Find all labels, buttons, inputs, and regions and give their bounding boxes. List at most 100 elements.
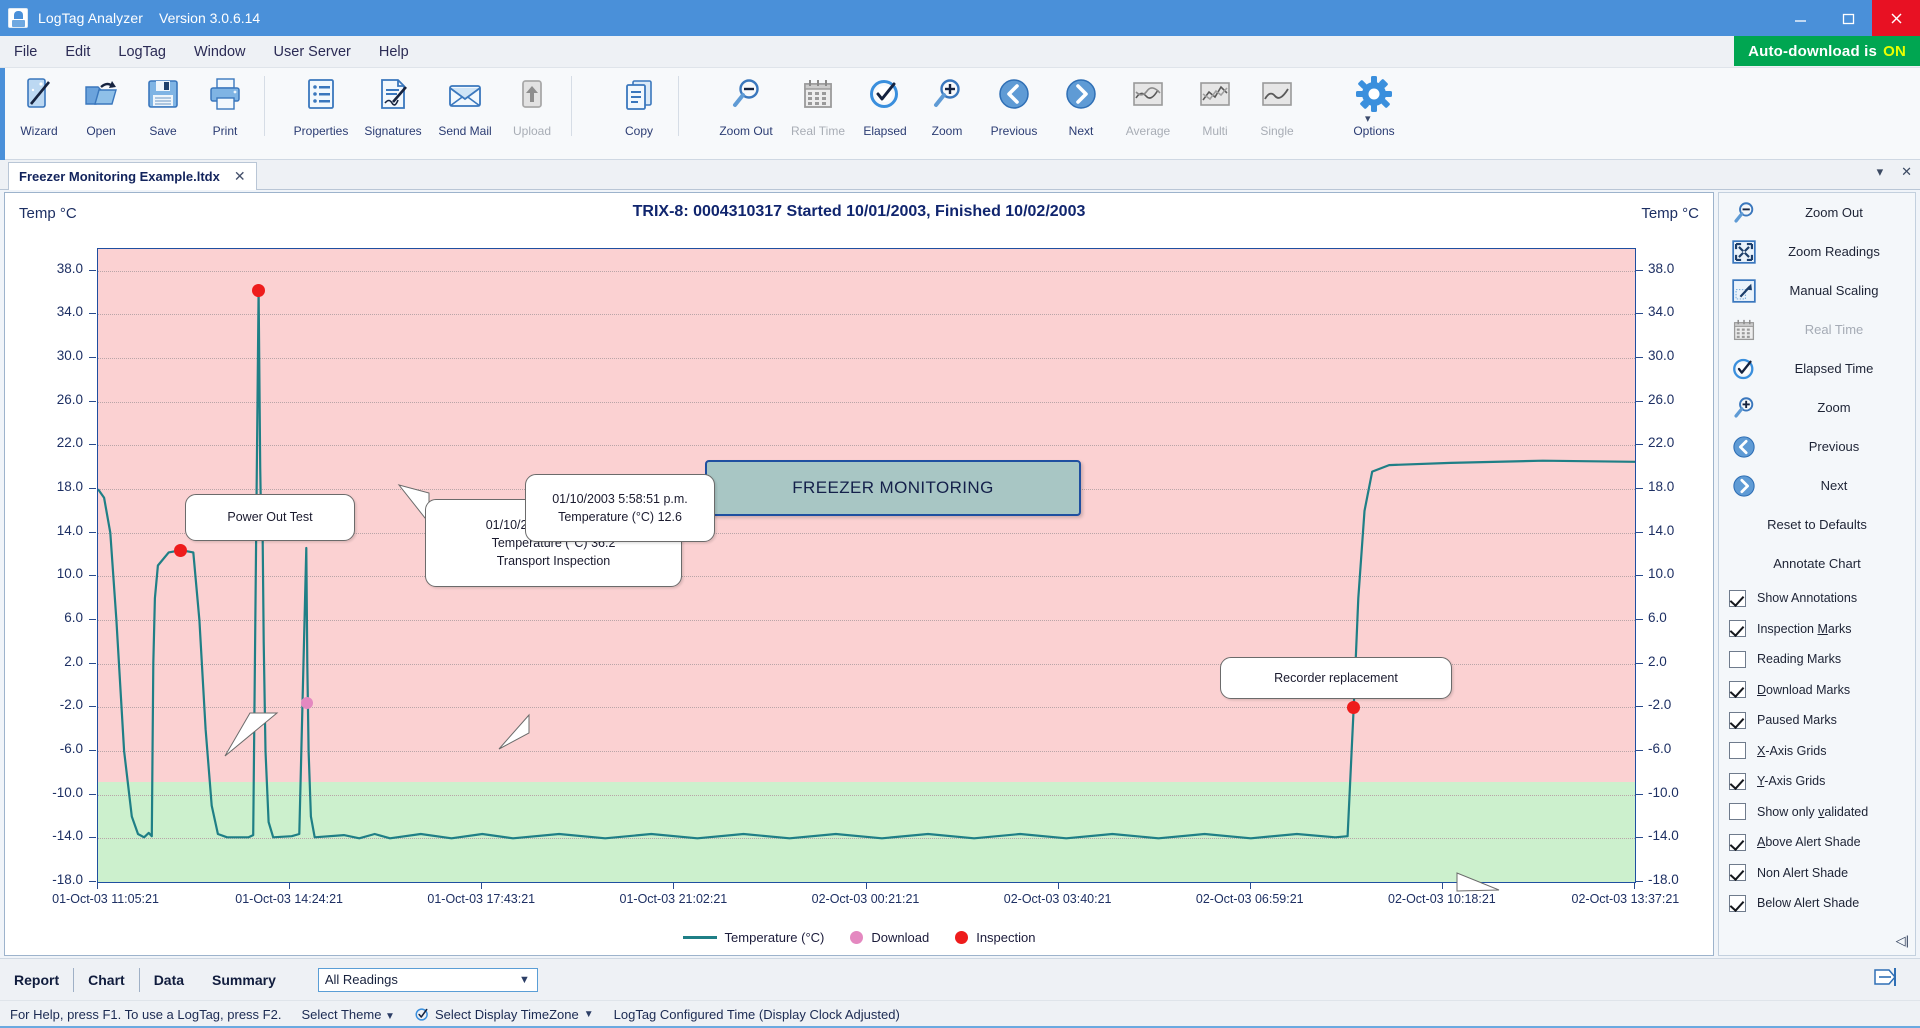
readings-select[interactable]: All Readings ▼ [318,968,538,992]
real-time-label: Real Time [791,124,845,138]
y-tick-mark [89,881,96,882]
chart-title-box[interactable]: FREEZER MONITORING [705,460,1081,516]
wizard-button[interactable]: Wizard [8,68,70,160]
options-button[interactable]: Options [1338,68,1410,160]
upload-button[interactable]: Upload [501,68,563,160]
y-tick-label-right: 26.0 [1648,392,1674,407]
zoom-button[interactable]: Zoom [916,68,978,160]
print-button[interactable]: Print [194,68,256,160]
y-tick-label-left: 30.0 [5,348,83,363]
checkbox-box[interactable] [1729,620,1746,637]
checkbox-reading-marks[interactable]: Reading Marks [1719,644,1915,675]
sidepanel-previous-button[interactable]: Previous [1719,427,1915,466]
checkbox-show-annotations[interactable]: Show Annotations [1719,583,1915,614]
x-tick-label: 01-Oct-03 11:05:21 [52,892,159,906]
checkbox-box[interactable] [1729,681,1746,698]
checkbox-download-marks[interactable]: Download Marks [1719,675,1915,706]
checkbox-box[interactable] [1729,651,1746,668]
y-tick-mark [89,706,96,707]
menu-window[interactable]: Window [180,36,260,68]
copy-button[interactable]: Copy [608,68,670,160]
previous-button[interactable]: Previous [978,68,1050,160]
zoom-out-button[interactable]: Zoom Out [710,68,782,160]
checkbox-box[interactable] [1729,712,1746,729]
checkbox-above-alert-shade[interactable]: Above Alert Shade [1719,827,1915,858]
sidepanel-next-button[interactable]: Next [1719,466,1915,505]
upload-label: Upload [513,124,551,138]
checkbox-non-alert-shade[interactable]: Non Alert Shade [1719,858,1915,889]
reset-to-defaults-button[interactable]: Reset to Defaults [1719,505,1915,544]
checkbox-box[interactable] [1729,773,1746,790]
auto-download-status[interactable]: Auto-download is ON [1734,36,1920,66]
checkbox-show-only-validated[interactable]: Show only validated [1719,797,1915,828]
menu-bar: File Edit LogTag Window User Server Help [0,36,1920,68]
checkbox-paused-marks[interactable]: Paused Marks [1719,705,1915,736]
select-theme-button[interactable]: Select Theme ▼ [291,1007,405,1022]
annotate-chart-section-header[interactable]: Annotate Chart [1719,544,1915,583]
power-out-callout[interactable]: Power Out Test [185,494,355,541]
document-tab[interactable]: Freezer Monitoring Example.ltdx ✕ [8,162,257,190]
signatures-button[interactable]: Signatures [357,68,429,160]
menu-help[interactable]: Help [365,36,423,68]
checkbox-label: Paused Marks [1757,713,1837,727]
properties-button[interactable]: Properties [285,68,357,160]
multi-button[interactable]: Multi [1184,68,1246,160]
print-label: Print [213,124,238,138]
select-timezone-button[interactable]: Select Display TimeZone ▼ [405,1007,604,1022]
menu-logtag[interactable]: LogTag [104,36,180,68]
average-button[interactable]: Average [1112,68,1184,160]
send-to-icon[interactable] [1872,964,1902,990]
recorder-replacement-callout[interactable]: Recorder replacement [1220,657,1452,699]
menu-file[interactable]: File [0,36,51,68]
checkbox-inspection-marks[interactable]: Inspection Marks [1719,614,1915,645]
checkbox-below-alert-shade[interactable]: Below Alert Shade [1719,888,1915,919]
y-tick-mark [1636,794,1643,795]
y-tick-mark [1636,837,1643,838]
close-icon[interactable] [1872,0,1920,36]
real-time-button[interactable]: Real Time [782,68,854,160]
calendar-icon [1727,315,1761,345]
checkbox-box[interactable] [1729,834,1746,851]
open-button[interactable]: Open [70,68,132,160]
chevron-down-icon[interactable]: ▾ [1877,164,1884,180]
menu-user-server[interactable]: User Server [260,36,365,68]
tab-data[interactable]: Data [139,968,198,992]
checkbox-box[interactable] [1729,895,1746,912]
send-mail-button[interactable]: Send Mail [429,68,501,160]
elapsed-button[interactable]: Elapsed [854,68,916,160]
checkbox-box[interactable] [1729,590,1746,607]
checkbox-y-axis-grids[interactable]: Y-Axis Grids [1719,766,1915,797]
collapse-panel-icon[interactable]: ◁| [1896,933,1909,949]
checkbox-box[interactable] [1729,864,1746,881]
next-button[interactable]: Next [1050,68,1112,160]
sidepanel-manual-scaling-button[interactable]: Manual Scaling [1719,271,1915,310]
minimize-icon[interactable] [1776,0,1824,36]
download-callout[interactable]: 01/10/2003 5:58:51 p.m. Temperature (°C)… [525,474,715,542]
sidepanel-real-time-button[interactable]: Real Time [1719,310,1915,349]
checkbox-box[interactable] [1729,803,1746,820]
tab-chart[interactable]: Chart [73,968,139,992]
select-timezone-label: Select Display TimeZone [435,1007,579,1022]
single-button[interactable]: Single [1246,68,1308,160]
copy-label: Copy [625,124,653,138]
inspection-mark[interactable] [252,284,265,297]
maximize-icon[interactable] [1824,0,1872,36]
save-button[interactable]: Save [132,68,194,160]
close-icon[interactable]: ✕ [1901,164,1912,180]
sidepanel-elapsed-time-button[interactable]: Elapsed Time [1719,349,1915,388]
close-icon[interactable]: ✕ [234,168,246,185]
sidepanel-zoom-out-button[interactable]: Zoom Out [1719,193,1915,232]
y-tick-label-right: 18.0 [1648,479,1674,494]
tab-report[interactable]: Report [0,968,73,992]
sidepanel-zoom-readings-button[interactable]: Zoom Readings [1719,232,1915,271]
average-chart-icon [1128,74,1168,114]
checkbox-x-axis-grids[interactable]: X-Axis Grids [1719,736,1915,767]
plot-area[interactable] [97,248,1636,883]
checkbox-box[interactable] [1729,742,1746,759]
tab-summary[interactable]: Summary [198,968,290,992]
y-tick-label-left: 38.0 [5,261,83,276]
elapsed-label: Elapsed [863,124,906,138]
menu-edit[interactable]: Edit [51,36,104,68]
sidepanel-zoom-button[interactable]: Zoom [1719,388,1915,427]
x-tick-mark [1058,882,1059,889]
